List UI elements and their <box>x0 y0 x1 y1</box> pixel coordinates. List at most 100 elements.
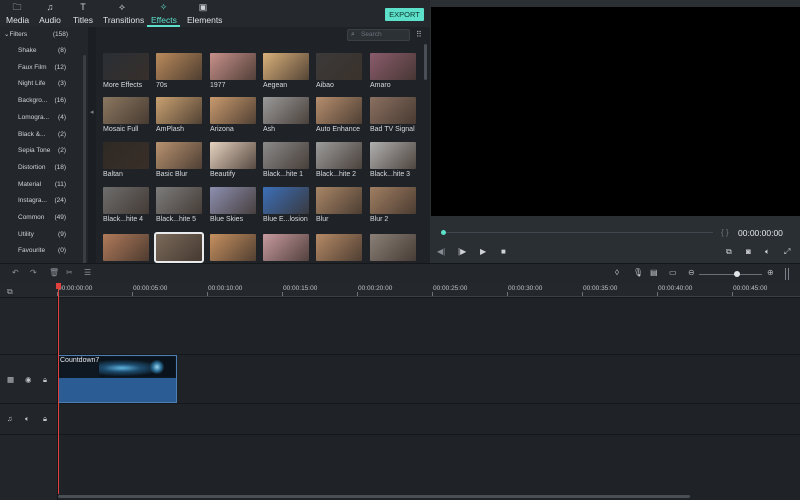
category-filters[interactable]: ⌄Filters (158) <box>0 27 88 43</box>
tab-media[interactable]: 🗀 Media <box>6 2 29 27</box>
effect-thumbnail[interactable] <box>103 53 149 80</box>
category-item[interactable]: Common (49) <box>0 210 88 226</box>
zoom-out-icon[interactable]: ⊖ <box>688 268 695 277</box>
preview-video <box>431 7 800 216</box>
category-item[interactable]: Shake (8) <box>0 43 88 59</box>
effect-thumbnail[interactable] <box>210 53 256 80</box>
category-count: (16) <box>54 97 66 105</box>
effect-thumbnail[interactable] <box>156 187 202 214</box>
category-item[interactable]: Black &... (2) <box>0 127 88 143</box>
step-back-icon[interactable]: |▶ <box>458 247 466 256</box>
tab-transitions[interactable]: ⟡ Transitions <box>103 2 144 27</box>
effect-thumbnail[interactable] <box>103 234 149 261</box>
microphone-icon[interactable]: 🎙︎ <box>633 268 643 277</box>
effect-thumbnail[interactable] <box>263 53 309 80</box>
category-label: Sepia Tone <box>18 147 51 155</box>
effect-thumbnail[interactable] <box>210 234 256 261</box>
tab-audio[interactable]: ♫ Audio <box>39 2 61 27</box>
audio-track[interactable] <box>58 404 800 434</box>
fullscreen-icon[interactable]: ⤢ <box>784 247 790 257</box>
effect-thumbnail[interactable] <box>263 142 309 169</box>
cut-icon[interactable]: ✂ <box>66 268 73 277</box>
tab-elements[interactable]: ▣ Elements <box>187 2 222 27</box>
effect-thumbnail[interactable] <box>370 53 416 80</box>
category-item[interactable]: Backgro... (16) <box>0 93 88 109</box>
category-item[interactable]: Utility (9) <box>0 227 88 243</box>
eye-icon[interactable]: ◉ <box>25 375 32 384</box>
effect-thumbnail[interactable] <box>316 187 362 214</box>
search-input[interactable]: ⌕ Search <box>347 29 410 41</box>
effect-thumbnail[interactable] <box>156 53 202 80</box>
effect-thumbnail[interactable] <box>103 97 149 124</box>
video-clip[interactable]: Countdown7 <box>58 355 177 403</box>
category-item[interactable]: Favourite (0) <box>0 243 88 259</box>
playhead-handle[interactable] <box>56 283 61 289</box>
effect-thumbnail[interactable] <box>263 187 309 214</box>
category-item[interactable]: Material (11) <box>0 177 88 193</box>
play-icon[interactable]: ▶ <box>480 247 486 256</box>
stop-icon[interactable]: ■ <box>501 247 506 256</box>
zoom-in-icon[interactable]: ⊕ <box>767 268 774 277</box>
redo-icon[interactable]: ↷ <box>30 268 37 277</box>
category-item[interactable]: Faux Film (12) <box>0 60 88 76</box>
empty-track-header <box>0 298 58 354</box>
preview-scrubber[interactable] <box>441 232 713 233</box>
effect-thumbnail[interactable] <box>154 232 204 263</box>
effect-thumbnail[interactable] <box>316 234 362 261</box>
mark-in-out-icon[interactable]: { } <box>721 228 729 237</box>
snapshot-icon[interactable]: ◙ <box>746 247 751 256</box>
category-item[interactable]: Instagra... (24) <box>0 193 88 209</box>
effect-thumbnail[interactable] <box>210 97 256 124</box>
tab-effects[interactable]: ✧ Effects <box>147 2 180 27</box>
effect-thumbnail[interactable] <box>263 234 309 261</box>
effect-thumbnail[interactable] <box>103 187 149 214</box>
panel-divider[interactable] <box>88 27 96 263</box>
effect-thumbnail[interactable] <box>370 142 416 169</box>
marker-icon[interactable]: ◊ <box>615 268 619 277</box>
category-item[interactable]: Sepia Tone (2) <box>0 143 88 159</box>
timeline-horizontal-scrollbar[interactable] <box>58 495 690 498</box>
collapse-arrow-icon[interactable]: ◂ <box>90 108 94 116</box>
effect-thumbnail[interactable] <box>370 97 416 124</box>
export-button[interactable]: EXPORT <box>385 8 424 21</box>
tab-titles[interactable]: T Titles <box>73 2 93 27</box>
category-item[interactable]: Night Life (3) <box>0 76 88 92</box>
effect-thumbnail[interactable] <box>316 142 362 169</box>
adjust-icon[interactable]: ☰ <box>84 268 91 277</box>
category-item[interactable]: Distortion (18) <box>0 160 88 176</box>
effect-thumbnail[interactable] <box>156 97 202 124</box>
prev-frame-icon[interactable]: ◀| <box>437 247 445 256</box>
mixer-icon[interactable]: ▤ <box>650 268 658 277</box>
empty-track[interactable] <box>58 298 800 354</box>
category-item[interactable]: Lomogra... (4) <box>0 110 88 126</box>
empty-track[interactable] <box>58 435 800 500</box>
effect-label: Blur 2 <box>370 216 389 223</box>
effect-thumbnail[interactable] <box>156 142 202 169</box>
preview-scrub-handle[interactable] <box>441 230 446 235</box>
undo-icon[interactable]: ↶ <box>12 268 19 277</box>
volume-icon[interactable]: 🔈︎ <box>765 247 770 257</box>
effect-thumbnail[interactable] <box>210 142 256 169</box>
grid-scrollbar[interactable] <box>424 44 427 80</box>
lock-icon[interactable]: 🔒︎ <box>43 414 47 424</box>
effect-thumbnail[interactable] <box>263 97 309 124</box>
grid-view-icon[interactable]: ⠿ <box>416 30 425 39</box>
zoom-slider-handle[interactable] <box>734 271 740 277</box>
effect-thumbnail[interactable] <box>316 53 362 80</box>
render-icon[interactable]: ▭ <box>669 268 677 277</box>
effect-thumbnail[interactable] <box>370 187 416 214</box>
delete-icon[interactable]: 🗑︎ <box>49 268 59 277</box>
speaker-icon[interactable]: 🔈︎ <box>25 414 30 424</box>
playhead[interactable] <box>58 284 59 494</box>
zoom-slider[interactable] <box>699 274 762 275</box>
drag-handle-icon[interactable] <box>785 268 789 280</box>
effect-thumbnail[interactable] <box>316 97 362 124</box>
effect-thumbnail[interactable] <box>370 234 416 261</box>
sidebar-scrollbar[interactable] <box>83 55 86 271</box>
effect-thumbnail[interactable] <box>103 142 149 169</box>
display-settings-icon[interactable]: ⧉ <box>726 247 732 257</box>
lock-icon[interactable]: 🔒︎ <box>43 375 47 385</box>
add-track-icon[interactable]: ⧉ <box>7 287 13 297</box>
category-label: Night Life <box>18 80 46 88</box>
effect-thumbnail[interactable] <box>210 187 256 214</box>
